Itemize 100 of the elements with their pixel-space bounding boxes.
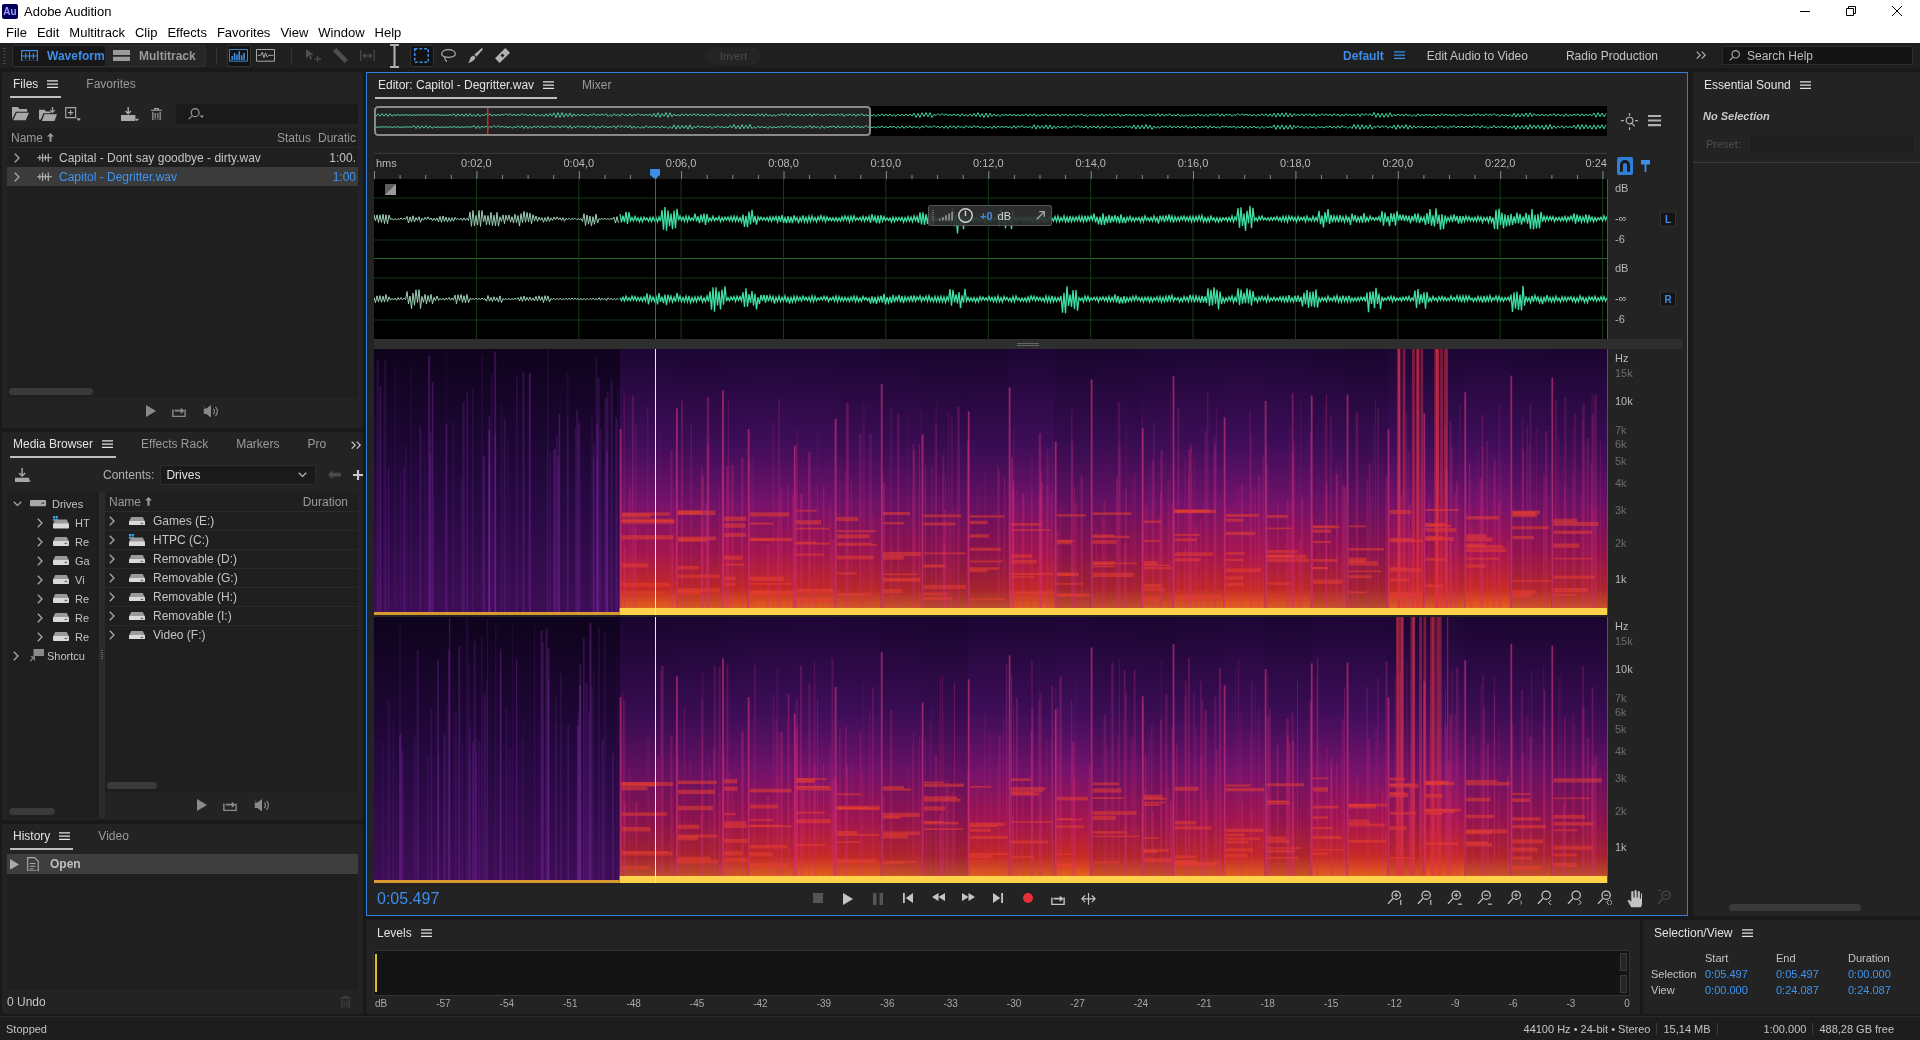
skip-forward-icon[interactable]: [993, 892, 1003, 903]
panel-tab[interactable]: Files: [10, 72, 62, 98]
scrollbar[interactable]: [1729, 904, 1861, 911]
tree-label[interactable]: Shortcu: [47, 649, 85, 662]
menu-item[interactable]: Edit: [31, 25, 65, 40]
workspace-tab[interactable]: Default: [1339, 48, 1409, 63]
chevron-icon[interactable]: [109, 554, 115, 564]
column-header[interactable]: Name: [11, 130, 43, 145]
column-header[interactable]: Status: [277, 130, 318, 145]
menu-item[interactable]: Help: [369, 25, 407, 40]
folder-icon[interactable]: [12, 107, 29, 121]
list-icon[interactable]: [1648, 115, 1661, 127]
chevron-icon[interactable]: [37, 574, 43, 585]
tree-label[interactable]: Re: [75, 630, 90, 643]
zoom-navigator-icon[interactable]: [1621, 112, 1638, 130]
drive-name[interactable]: Removable (D:): [153, 552, 238, 566]
drive-name[interactable]: Video (F:): [153, 628, 206, 642]
menu-item[interactable]: Favorites: [211, 25, 276, 40]
tool-button[interactable]: [409, 44, 434, 67]
chevron-icon[interactable]: [109, 535, 115, 545]
tray-arrow-icon[interactable]: [121, 106, 139, 122]
channel-toggle[interactable]: R: [1660, 291, 1676, 307]
panel-tab[interactable]: Editor: Capitol - Degritter.wav: [375, 73, 558, 99]
panel-tab[interactable]: Media Browser: [10, 432, 117, 458]
diagonal-arrow-icon[interactable]: [1036, 211, 1045, 220]
plus-box-icon[interactable]: [65, 106, 81, 122]
waveform[interactable]: [374, 259, 1607, 339]
chevron-icon[interactable]: [37, 612, 43, 623]
search-field[interactable]: [176, 104, 358, 124]
zoom-reset-icon[interactable]: [1506, 890, 1522, 906]
time-value[interactable]: 0:24.087: [1776, 984, 1848, 996]
time-value[interactable]: 0:00.000: [1848, 968, 1920, 980]
panel-tab[interactable]: Selection/View: [1651, 920, 1756, 946]
drive-name[interactable]: HTPC (C:): [153, 533, 209, 547]
panel-tab[interactable]: Effects Rack: [138, 432, 212, 458]
scrollbar[interactable]: [9, 808, 55, 815]
skip-back-icon[interactable]: [903, 892, 913, 903]
overview-waveform[interactable]: [374, 106, 1607, 136]
spectrogram[interactable]: [374, 617, 1607, 883]
file-row[interactable]: Capitol - Degritter.wav 1:00: [7, 167, 358, 186]
chevron-icon[interactable]: [37, 555, 43, 566]
plus-icon[interactable]: [353, 470, 363, 480]
double-chevron-icon[interactable]: [351, 440, 362, 450]
chevron-icon[interactable]: [109, 592, 115, 602]
zoom-left-icon[interactable]: [1536, 890, 1552, 906]
drive-name[interactable]: Removable (G:): [153, 571, 238, 585]
scrollbar[interactable]: [107, 782, 157, 789]
folder-arrow-icon[interactable]: [39, 106, 57, 122]
tree-label[interactable]: Vi: [75, 573, 85, 586]
column-header[interactable]: Name: [109, 494, 141, 509]
speaker-icon[interactable]: [201, 404, 220, 418]
snap-toggle[interactable]: [1617, 157, 1633, 175]
chevron-icon[interactable]: [109, 516, 115, 526]
menu-item[interactable]: Multitrack: [64, 25, 130, 40]
chevron-icon[interactable]: [13, 650, 19, 661]
download-icon[interactable]: [15, 467, 31, 483]
play-icon[interactable]: [145, 405, 156, 417]
close-icon[interactable]: [1892, 6, 1902, 16]
chevron-icon[interactable]: [13, 500, 22, 507]
speaker-icon[interactable]: [253, 798, 271, 812]
volume-value[interactable]: +0: [980, 209, 993, 222]
waveform[interactable]: [374, 179, 1607, 259]
zoom-in-icon[interactable]: [1446, 890, 1462, 906]
volume-hud[interactable]: +0 dB: [928, 205, 1052, 226]
chevron-icon[interactable]: [37, 536, 43, 547]
view-toggle-button[interactable]: [226, 44, 251, 67]
menu-item[interactable]: Effects: [162, 25, 212, 40]
chevron-icon[interactable]: [37, 593, 43, 604]
tree-label[interactable]: Drives: [52, 497, 84, 510]
panel-tab[interactable]: Video: [95, 824, 132, 850]
chevron-icon[interactable]: [37, 631, 43, 642]
tree-label[interactable]: HT: [75, 516, 90, 529]
chevron-icon[interactable]: [109, 573, 115, 583]
tree-label[interactable]: Re: [75, 611, 90, 624]
zoom-in-icon[interactable]: [1386, 890, 1402, 906]
chevron-icon[interactable]: [109, 630, 115, 640]
scrollbar[interactable]: [9, 388, 93, 395]
panel-tab[interactable]: Markers: [233, 432, 283, 458]
zoom-out-icon[interactable]: [1476, 890, 1492, 906]
history-item[interactable]: Open: [7, 854, 358, 874]
minimize-icon[interactable]: [1800, 10, 1810, 12]
hand-icon[interactable]: [1626, 890, 1642, 908]
trash-icon[interactable]: [151, 107, 162, 121]
record-icon[interactable]: [1023, 892, 1033, 903]
time-value[interactable]: 0:05.497: [1705, 968, 1776, 980]
panel-tab[interactable]: History: [10, 824, 74, 850]
knob-icon[interactable]: [958, 208, 973, 223]
time-value[interactable]: 0:24.087: [1848, 984, 1920, 996]
spectrogram[interactable]: [374, 349, 1607, 615]
panel-tab[interactable]: Favorites: [83, 72, 139, 98]
menu-item[interactable]: Window: [313, 25, 370, 40]
chevron-icon[interactable]: [109, 611, 115, 621]
search-field[interactable]: Search Help: [1722, 46, 1913, 65]
column-header[interactable]: Duration: [302, 494, 348, 509]
time-value[interactable]: 0:05.497: [1776, 968, 1848, 980]
panel-tab[interactable]: Levels: [374, 920, 435, 946]
menu-icon[interactable]: [1393, 51, 1405, 60]
drive-name[interactable]: Removable (H:): [153, 590, 238, 604]
chevron-icon[interactable]: [37, 517, 43, 528]
drive-name[interactable]: Games (E:): [153, 514, 215, 528]
